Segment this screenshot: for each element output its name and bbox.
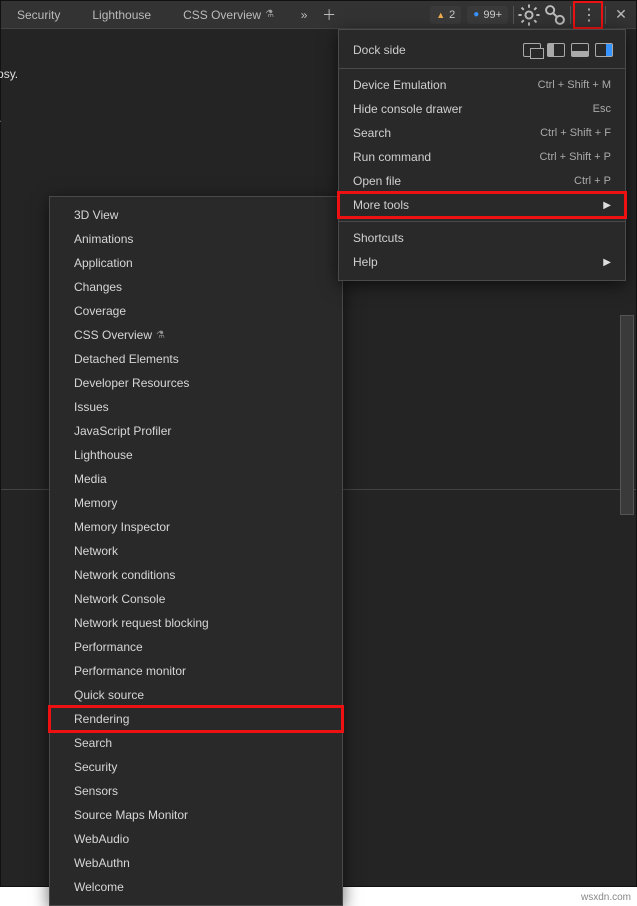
warnings-badge[interactable]: 2 [430,6,461,24]
menu-shortcuts[interactable]: Shortcuts [339,226,625,250]
devtools-window: Security Lighthouse CSS Overview ⚗ » ＋ 2… [0,0,637,887]
submenu-item-memory[interactable]: Memory [50,491,342,515]
divider [605,6,606,24]
submenu-item-css-overview[interactable]: CSS Overview⚗ [50,323,342,347]
submenu-item-network-request-blocking[interactable]: Network request blocking [50,611,342,635]
submenu-item-sensors[interactable]: Sensors [50,779,342,803]
dock-right-icon[interactable] [595,43,613,57]
dock-bottom-icon[interactable] [571,43,589,57]
submenu-item-animations[interactable]: Animations [50,227,342,251]
tab-bar: Security Lighthouse CSS Overview ⚗ » ＋ 2… [1,1,636,29]
submenu-item-changes[interactable]: Changes [50,275,342,299]
submenu-item-webaudio[interactable]: WebAudio [50,827,342,851]
submenu-item-performance[interactable]: Performance [50,635,342,659]
dock-side-row: Dock side [339,36,625,64]
more-tabs-button[interactable]: » [290,1,318,28]
tab-label: CSS Overview [183,8,261,22]
kebab-menu-highlight: ⋮ [573,1,603,29]
beaker-icon: ⚗ [156,330,165,341]
submenu-item-coverage[interactable]: Coverage [50,299,342,323]
submenu-item-network-console[interactable]: Network Console [50,587,342,611]
tab-lighthouse[interactable]: Lighthouse [76,1,167,29]
submenu-item-network-conditions[interactable]: Network conditions [50,563,342,587]
submenu-item-issues[interactable]: Issues [50,395,342,419]
close-devtools-button[interactable]: ✕ [608,1,634,29]
beaker-icon: ⚗ [265,9,274,20]
tab-css-overview[interactable]: CSS Overview ⚗ [167,1,290,29]
divider [570,6,571,24]
submenu-item-webauthn[interactable]: WebAuthn [50,851,342,875]
main-menu: Dock side Device EmulationCtrl + Shift +… [338,29,626,281]
menu-item-device-emulation[interactable]: Device EmulationCtrl + Shift + M [339,73,625,97]
menu-separator [339,68,625,69]
menu-item-search[interactable]: SearchCtrl + Shift + F [339,121,625,145]
submenu-item-lighthouse[interactable]: Lighthouse [50,443,342,467]
submenu-item-quick-source[interactable]: Quick source [50,683,342,707]
more-tools-submenu: 3D ViewAnimationsApplicationChangesCover… [49,196,343,906]
page-text: ive epilepsy. [0,67,18,81]
menu-separator [339,221,625,222]
dock-side-label: Dock side [353,43,406,57]
submenu-item-javascript-profiler[interactable]: JavaScript Profiler [50,419,342,443]
menu-item-hide-console-drawer[interactable]: Hide console drawerEsc [339,97,625,121]
menu-more-tools[interactable]: More tools ▶ [339,193,625,217]
menu-item-open-file[interactable]: Open fileCtrl + P [339,169,625,193]
menu-help[interactable]: Help ▶ [339,250,625,274]
submenu-item-security[interactable]: Security [50,755,342,779]
watermark: wsxdn.com [581,892,631,903]
info-badge[interactable]: 99+ [467,6,508,24]
dock-left-icon[interactable] [547,43,565,57]
tab-security[interactable]: Security [1,1,76,29]
submenu-item-media[interactable]: Media [50,467,342,491]
scrollbar-thumb[interactable] [620,315,634,515]
submenu-item-application[interactable]: Application [50,251,342,275]
submenu-item-source-maps-monitor[interactable]: Source Maps Monitor [50,803,342,827]
add-tab-button[interactable]: ＋ [318,1,340,28]
chevron-right-icon: ▶ [603,257,611,268]
submenu-item-network[interactable]: Network [50,539,342,563]
submenu-item-detached-elements[interactable]: Detached Elements [50,347,342,371]
submenu-item--d-view[interactable]: 3D View [50,203,342,227]
settings-gear-icon[interactable] [516,1,542,29]
submenu-item-rendering[interactable]: Rendering [50,707,342,731]
submenu-item-welcome[interactable]: Welcome [50,875,342,899]
page-text: y. [0,111,1,125]
chevron-right-icon: ▶ [603,200,611,211]
submenu-item-performance-monitor[interactable]: Performance monitor [50,659,342,683]
dock-undock-icon[interactable] [523,43,541,57]
submenu-item-search[interactable]: Search [50,731,342,755]
submenu-item-memory-inspector[interactable]: Memory Inspector [50,515,342,539]
submenu-item-developer-resources[interactable]: Developer Resources [50,371,342,395]
divider [513,6,514,24]
menu-item-run-command[interactable]: Run commandCtrl + Shift + P [339,145,625,169]
kebab-menu-button[interactable]: ⋮ [575,1,601,29]
experiments-icon[interactable] [542,1,568,29]
